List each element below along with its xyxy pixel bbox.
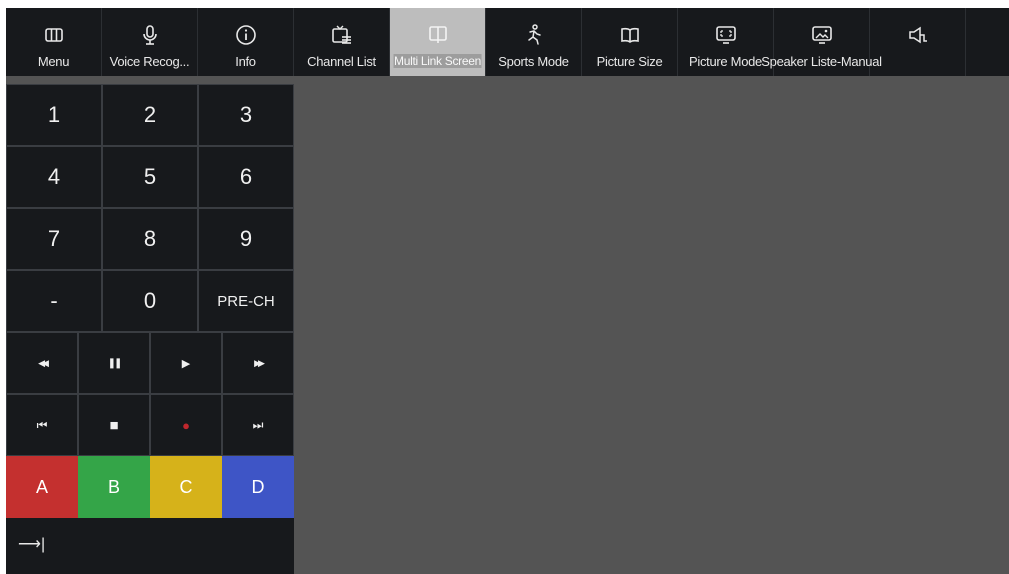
rewind-button[interactable]: ◀◀ [6,332,78,394]
key-4[interactable]: 4 [6,146,102,208]
voice-recognition-button[interactable]: Voice Recog... [102,8,198,76]
key-1[interactable]: 1 [6,84,102,146]
key-dash[interactable]: - [6,270,102,332]
split-screen-icon [428,26,447,43]
picture-size-label: Picture Size [596,54,663,69]
pause-button[interactable]: ❚❚ [78,332,150,394]
columns-icon [44,28,63,42]
stop-button[interactable]: ■ [78,394,150,456]
sound-output-button[interactable] [870,8,966,76]
pre-ch-button[interactable]: PRE-CH [198,270,294,332]
remote-control-window: Menu Voice Recog... Info Channel List Mu… [6,8,1009,574]
multi-link-screen-label: Multi Link Screen [393,54,482,68]
record-button[interactable]: ● [150,394,222,456]
next-icon: ⏭ [252,417,264,432]
menu-label: Menu [37,54,70,69]
picture-size-button[interactable]: Picture Size [582,8,678,76]
next-button[interactable]: ⏭ [222,394,294,456]
sports-mode-label: Sports Mode [498,54,569,69]
picture-mode-label: Picture Mode [689,54,762,69]
tab-key-row: ⟶| [6,518,294,570]
multi-link-screen-button[interactable]: Multi Link Screen [390,8,486,76]
speaker-icon [908,26,927,44]
info-label: Info [235,54,256,69]
previous-icon: ⏮ [36,417,48,432]
book-open-icon [620,27,639,43]
key-9[interactable]: 9 [198,208,294,270]
key-0[interactable]: 0 [102,270,198,332]
sports-mode-button[interactable]: Sports Mode [486,8,582,76]
key-6[interactable]: 6 [198,146,294,208]
info-icon [235,25,256,45]
voice-recognition-label: Voice Recog... [109,54,190,69]
stop-icon: ■ [109,416,119,434]
tv-list-icon [331,25,351,44]
play-icon: ▶ [181,357,191,370]
key-3[interactable]: 3 [198,84,294,146]
play-button[interactable]: ▶ [150,332,222,394]
microphone-icon [142,25,157,45]
monitor-focus-icon [715,26,736,44]
rewind-icon: ◀◀ [38,357,49,368]
remote-keypad-panel: 1 2 3 4 5 6 7 8 9 - 0 PRE-CH ◀◀ ❚❚ ▶ ▶▶ … [6,84,294,574]
info-button[interactable]: Info [198,8,294,76]
color-key-b[interactable]: B [78,456,150,518]
tab-arrow-icon[interactable]: ⟶| [18,534,45,554]
speaker-list-manual-button[interactable]: Speaker Liste-Manual [761,8,882,76]
speaker-list-manual-label: Speaker Liste-Manual [761,54,882,69]
running-person-icon [527,24,541,45]
menu-button[interactable]: Menu [6,8,102,76]
record-icon: ● [182,417,190,433]
color-key-c[interactable]: C [150,456,222,518]
color-keys: A B C D [6,456,294,518]
key-7[interactable]: 7 [6,208,102,270]
color-key-d[interactable]: D [222,456,294,518]
color-key-a[interactable]: A [6,456,78,518]
key-5[interactable]: 5 [102,146,198,208]
pause-icon: ❚❚ [107,357,123,369]
previous-button[interactable]: ⏮ [6,394,78,456]
fast-forward-icon: ▶▶ [254,357,265,368]
channel-list-button[interactable]: Channel List [294,8,390,76]
picture-icon [811,26,832,44]
fast-forward-button[interactable]: ▶▶ [222,332,294,394]
key-8[interactable]: 8 [102,208,198,270]
media-controls: ◀◀ ❚❚ ▶ ▶▶ ⏮ ■ ● ⏭ [6,332,294,456]
picture-mode-button[interactable]: Picture Mode [678,8,774,76]
top-toolbar: Menu Voice Recog... Info Channel List Mu… [6,8,1009,76]
key-2[interactable]: 2 [102,84,198,146]
channel-list-label: Channel List [307,54,376,69]
number-keypad: 1 2 3 4 5 6 7 8 9 - 0 PRE-CH [6,84,294,332]
